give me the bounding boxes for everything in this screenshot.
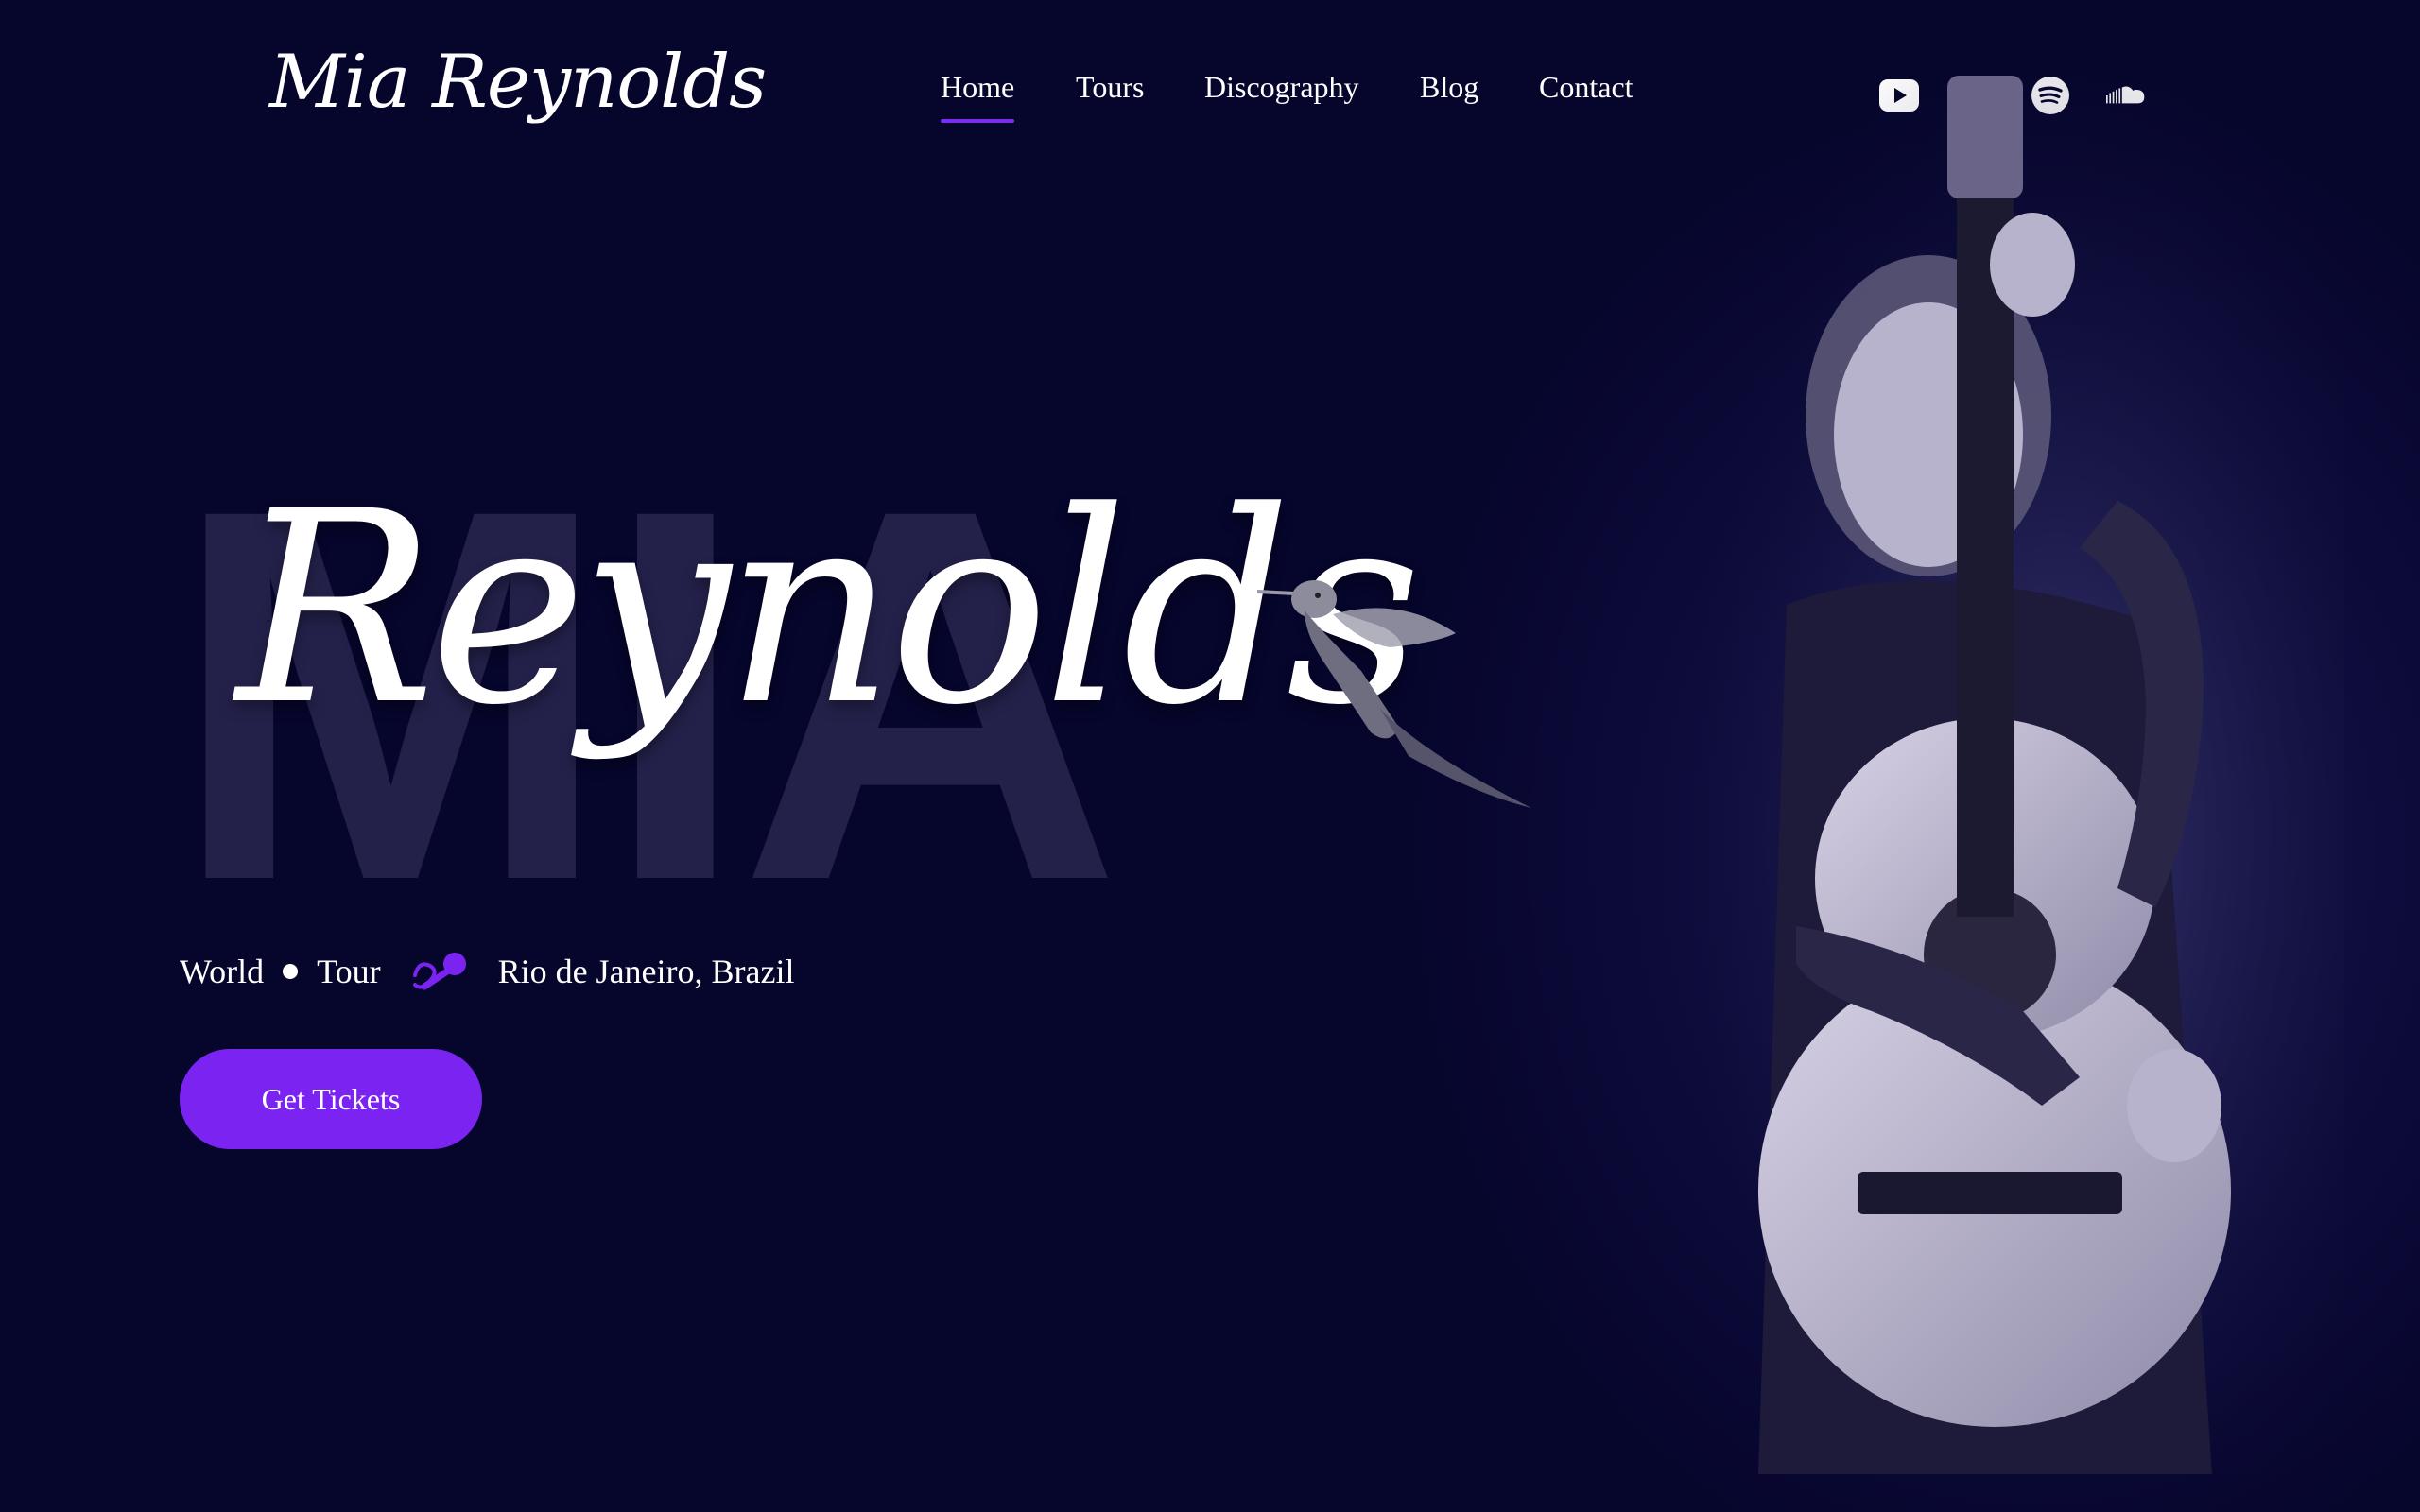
tour-location: Rio de Janeiro, Brazil [497,953,795,990]
hero-script-name: Reynolds [236,455,1422,764]
nav-discography[interactable]: Discography [1204,72,1359,102]
tour-info: World Tour Rio de Janeiro, Brazil [180,951,794,992]
tour-word-world: World [180,953,265,990]
get-tickets-button[interactable]: Get Tickets [180,1049,482,1149]
separator-dot [283,964,299,979]
microphone-icon [411,951,468,992]
artist-photo [1626,57,2344,1474]
nav-tours[interactable]: Tours [1076,72,1144,102]
hummingbird-image [1257,580,1531,808]
tour-word-tour: Tour [317,953,381,990]
site-logo[interactable]: Mia Reynolds [269,45,767,119]
nav-contact[interactable]: Contact [1539,72,1634,102]
page: Mia Reynolds Home Tours Discography Blog… [0,0,2420,1512]
nav-home[interactable]: Home [941,72,1015,123]
nav-blog[interactable]: Blog [1420,72,1478,102]
